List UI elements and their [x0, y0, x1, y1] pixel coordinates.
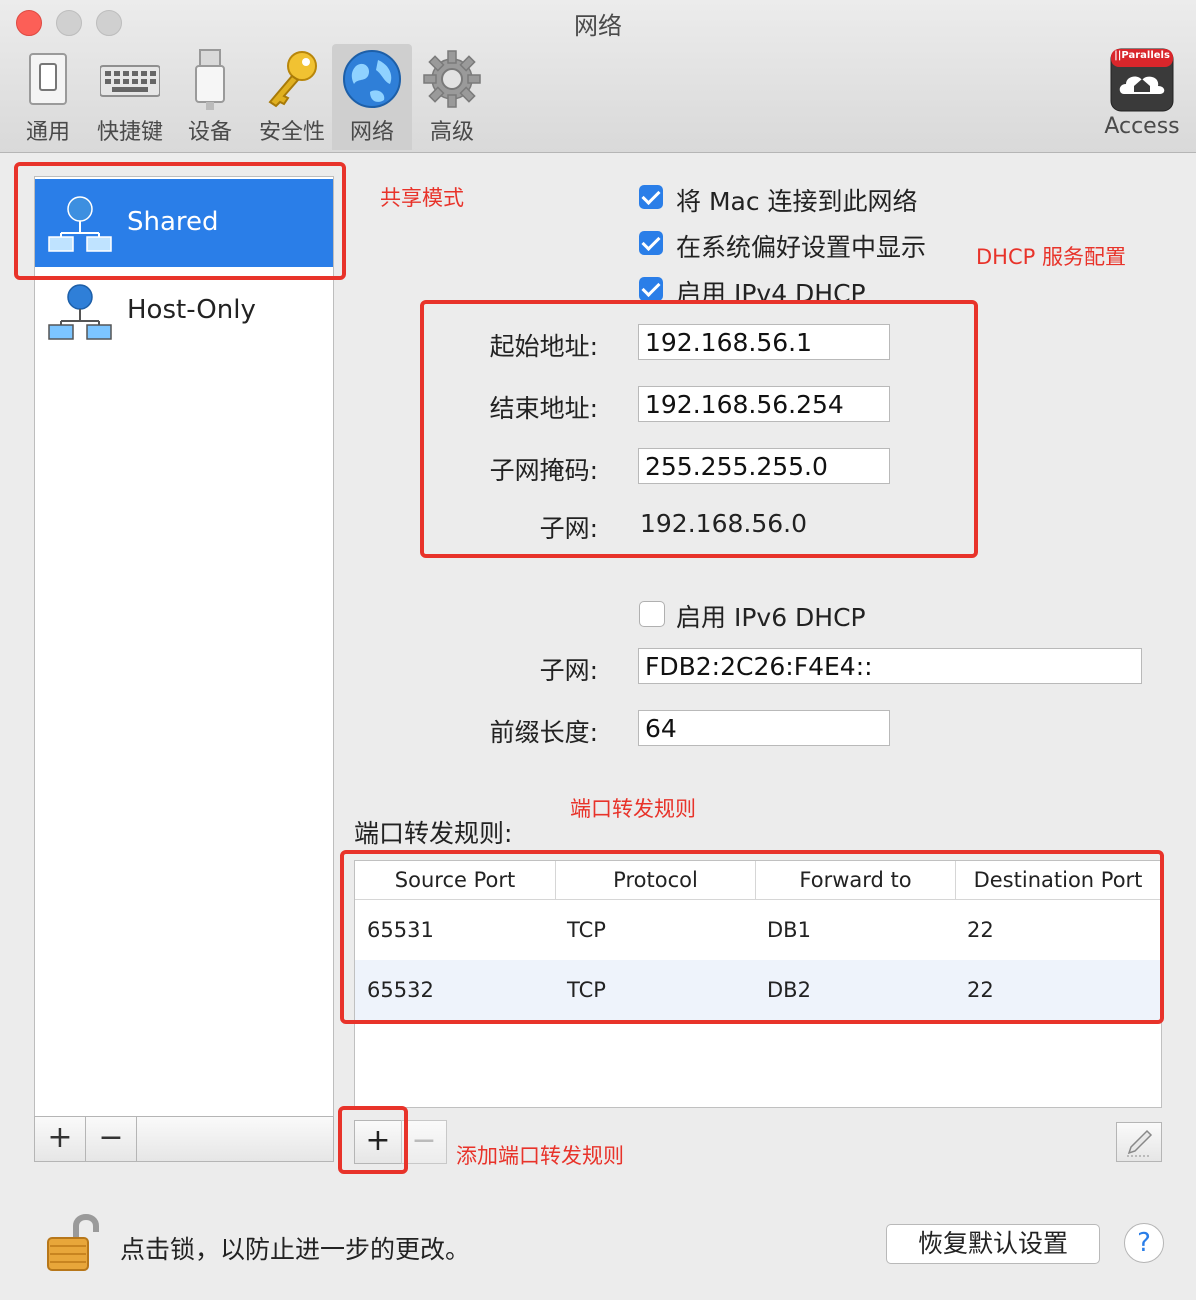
ipv6-dhcp-checkbox[interactable]	[639, 601, 665, 627]
tab-shortcuts[interactable]: 快捷键	[90, 44, 170, 150]
annotation-box-add-rule	[338, 1106, 408, 1174]
connect-mac-label: 将 Mac 连接到此网络	[676, 187, 918, 216]
switch-icon	[29, 53, 67, 105]
tab-general[interactable]: 通用	[8, 44, 88, 150]
show-in-prefs-checkbox[interactable]	[639, 231, 663, 255]
add-network-button[interactable]: +	[35, 1117, 86, 1161]
usb-icon	[195, 49, 225, 110]
ipv6-subnet-input[interactable]: FDB2:2C26:F4E4::	[638, 648, 1142, 684]
network-list: Shared Host-Only	[34, 176, 334, 1118]
tab-label: 高级	[429, 120, 474, 145]
annotation-dhcp-config: DHCP 服务配置	[976, 245, 1126, 269]
lock-text: 点击锁，以防止进一步的更改。	[120, 1235, 471, 1264]
tab-advanced[interactable]: 高级	[412, 44, 492, 150]
restore-defaults-button[interactable]: 恢复默认设置	[886, 1224, 1100, 1264]
show-in-prefs-label: 在系统偏好设置中显示	[676, 233, 927, 262]
gear-icon	[423, 50, 481, 108]
annotation-box-dhcp	[420, 300, 978, 558]
key-icon	[268, 51, 317, 108]
tab-label: 安全性	[258, 120, 325, 145]
window-title: 网络	[574, 12, 622, 40]
port-forwarding-title: 端口转发规则:	[354, 819, 513, 848]
tab-label: 网络	[349, 120, 394, 145]
lock-icon[interactable]	[44, 1210, 100, 1274]
globe-icon	[343, 50, 401, 108]
annotation-box-shared	[14, 162, 346, 280]
tab-label: 设备	[187, 120, 232, 145]
help-button[interactable]: ?	[1124, 1223, 1164, 1263]
annotation-add-rule: 添加端口转发规则	[456, 1144, 624, 1168]
annotation-shared-mode: 共享模式	[380, 186, 464, 210]
network-item-host-only[interactable]: Host-Only	[35, 267, 333, 355]
network-item-label: Host-Only	[127, 295, 256, 325]
edit-rule-button[interactable]	[1116, 1122, 1162, 1162]
tab-devices[interactable]: 设备	[170, 44, 250, 150]
access-label: Access	[1104, 114, 1180, 139]
network-list-buttons: + −	[34, 1116, 334, 1162]
parallels-brand: ||Parallels	[1114, 50, 1170, 61]
ipv6-subnet-label: 子网:	[539, 656, 598, 685]
ipv6-dhcp-label: 启用 IPv6 DHCP	[676, 603, 866, 632]
annotation-box-port-table	[340, 850, 1164, 1024]
prefix-length-input[interactable]: 64	[638, 710, 890, 746]
pencil-icon	[1127, 1129, 1153, 1157]
tab-security[interactable]: 安全性	[252, 44, 332, 150]
prefix-length-label: 前缀长度:	[489, 718, 598, 747]
ipv4-dhcp-checkbox[interactable]	[639, 277, 663, 301]
tab-network[interactable]: 网络	[332, 44, 412, 150]
keyboard-icon	[100, 65, 160, 97]
remove-network-button[interactable]: −	[86, 1117, 137, 1161]
parallels-access-button[interactable]: ||Parallels Access	[1100, 48, 1184, 152]
network-icon	[48, 284, 112, 340]
tab-label: 快捷键	[96, 120, 163, 145]
tab-label: 通用	[25, 120, 70, 145]
connect-mac-checkbox[interactable]	[639, 185, 663, 209]
annotation-port-rules: 端口转发规则	[570, 797, 696, 821]
